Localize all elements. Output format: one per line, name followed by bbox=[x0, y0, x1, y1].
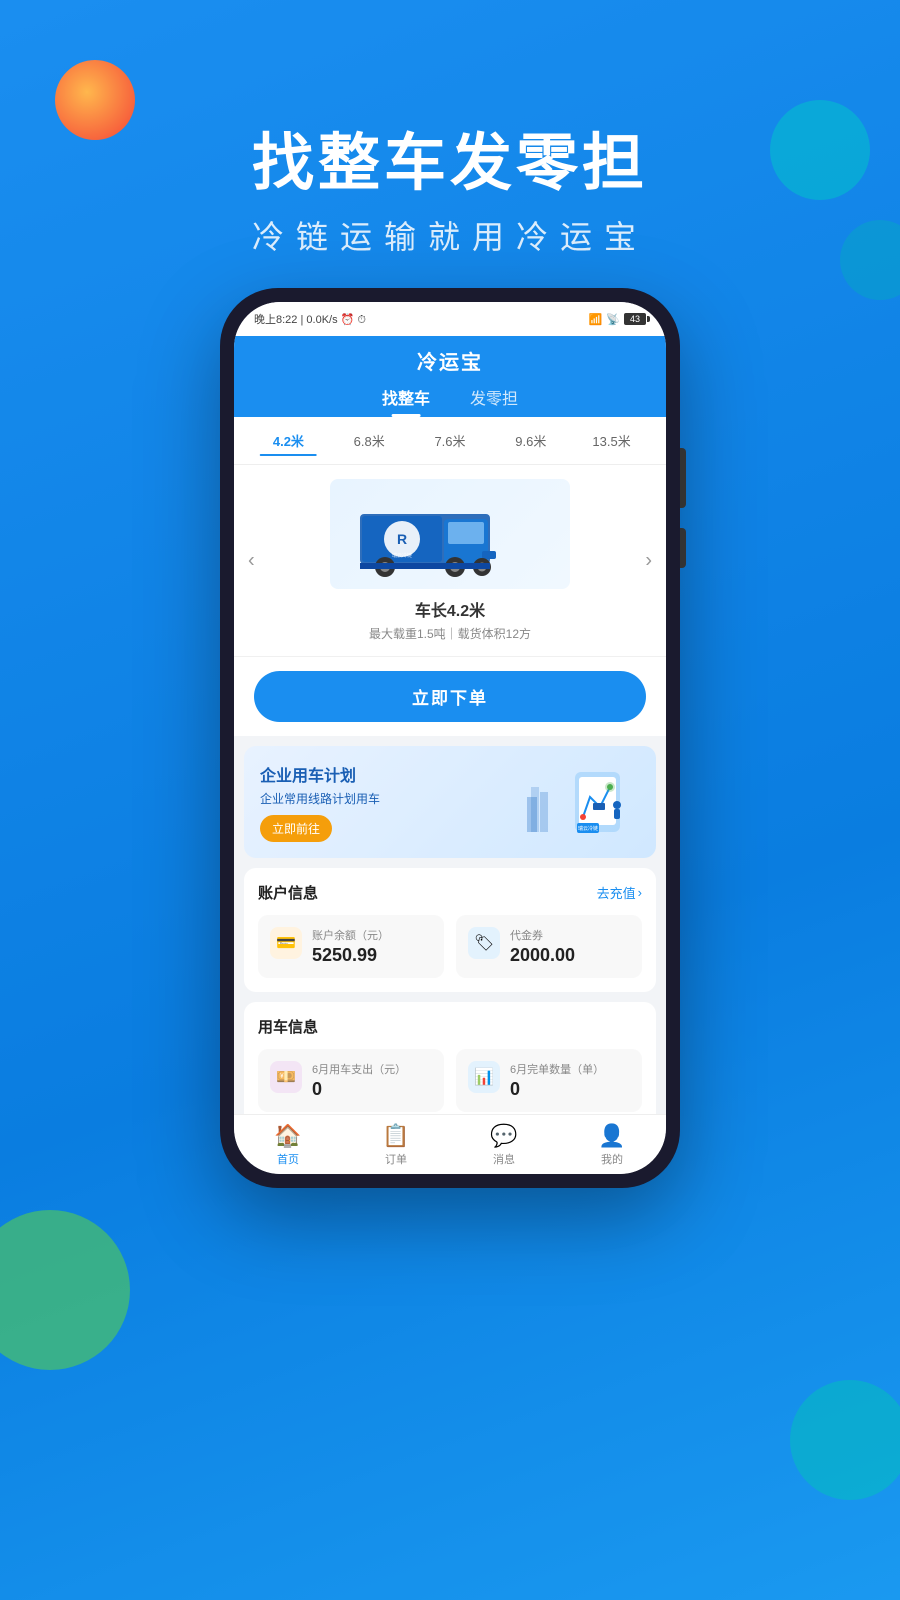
car-image: R 瑞云冷链 bbox=[330, 479, 570, 589]
nav-mine-label: 我的 bbox=[601, 1151, 623, 1167]
banner-title: 企业用车计划 bbox=[260, 762, 380, 786]
svg-text:R: R bbox=[397, 531, 407, 547]
voucher-icon: 🏷 bbox=[468, 927, 500, 959]
balance-label: 账户余额（元） bbox=[312, 927, 389, 943]
tab-ltl[interactable]: 发零担 bbox=[470, 385, 518, 417]
balance-value: 5250.99 bbox=[312, 945, 389, 966]
next-car-button[interactable]: › bbox=[637, 541, 660, 580]
monthly-orders-content: 6月完单数量（单） 0 bbox=[510, 1061, 604, 1100]
banner-svg: 瑞云冷链 bbox=[525, 767, 635, 837]
monthly-orders-value: 0 bbox=[510, 1079, 604, 1100]
balance-item: 💳 账户余额（元） 5250.99 bbox=[258, 915, 444, 978]
bg-decoration-green bbox=[0, 1210, 130, 1370]
monthly-cost-label: 6月用车支出（元） bbox=[312, 1061, 406, 1077]
nav-mine[interactable]: 👤 我的 bbox=[558, 1115, 666, 1174]
monthly-orders-label: 6月完单数量（单） bbox=[510, 1061, 604, 1077]
monthly-orders-item: 📊 6月完单数量（单） 0 bbox=[456, 1049, 642, 1112]
account-section-header: 账户信息 去充值 › bbox=[258, 882, 642, 903]
voucher-label: 代金券 bbox=[510, 927, 575, 943]
usage-section-header: 用车信息 bbox=[258, 1016, 642, 1037]
car-usage-card: 用车信息 💴 6月用车支出（元） 0 📊 bbox=[244, 1002, 656, 1115]
orders-icon: 📊 bbox=[468, 1061, 500, 1093]
app-header: 冷运宝 找整车 发零担 bbox=[234, 336, 666, 417]
account-info-row: 💳 账户余额（元） 5250.99 🏷 代金券 2000.00 bbox=[258, 915, 642, 978]
sub-title: 冷链运输就用冷运宝 bbox=[0, 212, 900, 258]
phone-outer-frame: 晚上8:22 | 0.0K/s ⏰ ⏱ 📶 📡 43 冷运宝 找整车 发零担 bbox=[220, 288, 680, 1188]
account-info-card: 账户信息 去充值 › 💳 账户余额（元） 5250.99 bbox=[244, 868, 656, 992]
content-area: 4.2米 6.8米 7.6米 9.6米 13.5米 ‹ bbox=[234, 417, 666, 1115]
monthly-cost-content: 6月用车支出（元） 0 bbox=[312, 1061, 406, 1100]
nav-messages[interactable]: 💬 消息 bbox=[450, 1115, 558, 1174]
size-tab-row: 4.2米 6.8米 7.6米 9.6米 13.5米 bbox=[234, 417, 666, 465]
usage-section-title: 用车信息 bbox=[258, 1016, 318, 1037]
battery-icon: 43 bbox=[624, 313, 646, 325]
tab-find-truck[interactable]: 找整车 bbox=[382, 385, 430, 417]
phone-screen: 晚上8:22 | 0.0K/s ⏰ ⏱ 📶 📡 43 冷运宝 找整车 发零担 bbox=[234, 302, 666, 1174]
usage-info-row: 💴 6月用车支出（元） 0 📊 6月完单数量（单） 0 bbox=[258, 1049, 642, 1112]
wifi-icon: 📡 bbox=[606, 313, 620, 326]
balance-icon: 💳 bbox=[270, 927, 302, 959]
car-showcase: ‹ R 瑞云冷链 bbox=[234, 465, 666, 656]
nav-home-label: 首页 bbox=[277, 1151, 299, 1167]
voucher-value: 2000.00 bbox=[510, 945, 575, 966]
cost-icon: 💴 bbox=[270, 1061, 302, 1093]
order-button-wrap: 立即下单 bbox=[234, 656, 666, 736]
home-icon: 🏠 bbox=[274, 1123, 301, 1149]
nav-orders[interactable]: 📋 订单 bbox=[342, 1115, 450, 1174]
car-desc: 最大载重1.5吨｜载货体积12方 bbox=[244, 625, 656, 642]
nav-orders-label: 订单 bbox=[385, 1151, 407, 1167]
user-icon: 👤 bbox=[598, 1123, 625, 1149]
size-tab-13.5m[interactable]: 13.5米 bbox=[571, 427, 652, 454]
banner-subtitle: 企业常用线路计划用车 bbox=[260, 790, 380, 807]
phone-mockup: 晚上8:22 | 0.0K/s ⏰ ⏱ 📶 📡 43 冷运宝 找整车 发零担 bbox=[220, 288, 680, 1188]
account-section-title: 账户信息 bbox=[258, 882, 318, 903]
main-tab-row: 找整车 发零担 bbox=[234, 385, 666, 417]
status-bar: 晚上8:22 | 0.0K/s ⏰ ⏱ 📶 📡 43 bbox=[234, 302, 666, 336]
svg-text:瑞云冷链: 瑞云冷链 bbox=[578, 825, 598, 832]
size-tab-9.6m[interactable]: 9.6米 bbox=[490, 427, 571, 454]
status-icons: 📶 📡 43 bbox=[589, 313, 646, 326]
nav-messages-label: 消息 bbox=[493, 1151, 515, 1167]
nav-home[interactable]: 🏠 首页 bbox=[234, 1115, 342, 1174]
svg-text:瑞云冷链: 瑞云冷链 bbox=[392, 552, 412, 559]
app-title: 冷运宝 bbox=[234, 346, 666, 385]
monthly-cost-value: 0 bbox=[312, 1079, 406, 1100]
banner-cta-button[interactable]: 立即前往 bbox=[260, 815, 332, 842]
size-tab-7.6m[interactable]: 7.6米 bbox=[410, 427, 491, 454]
main-title: 找整车发零担 bbox=[0, 130, 900, 198]
monthly-cost-item: 💴 6月用车支出（元） 0 bbox=[258, 1049, 444, 1112]
car-name: 车长4.2米 bbox=[244, 597, 656, 621]
status-time: 晚上8:22 | 0.0K/s ⏰ ⏱ bbox=[254, 311, 366, 327]
enterprise-banner: 企业用车计划 企业常用线路计划用车 立即前往 bbox=[244, 746, 656, 858]
size-tab-6.8m[interactable]: 6.8米 bbox=[329, 427, 410, 454]
messages-icon: 💬 bbox=[490, 1123, 517, 1149]
truck-illustration: R 瑞云冷链 bbox=[350, 489, 550, 579]
signal-icon: 📶 bbox=[589, 313, 603, 326]
chevron-right-icon: › bbox=[638, 885, 642, 900]
bg-decoration-teal3 bbox=[790, 1380, 900, 1500]
banner-illustration: 瑞云冷链 bbox=[520, 767, 640, 837]
bottom-navigation: 🏠 首页 📋 订单 💬 消息 👤 我的 bbox=[234, 1114, 666, 1174]
header-area: 找整车发零担 冷链运输就用冷运宝 bbox=[0, 0, 900, 258]
voucher-item: 🏷 代金券 2000.00 bbox=[456, 915, 642, 978]
balance-content: 账户余额（元） 5250.99 bbox=[312, 927, 389, 966]
banner-content: 企业用车计划 企业常用线路计划用车 立即前往 bbox=[260, 762, 380, 842]
orders-nav-icon: 📋 bbox=[382, 1123, 409, 1149]
recharge-link[interactable]: 去充值 › bbox=[597, 883, 642, 902]
prev-car-button[interactable]: ‹ bbox=[240, 541, 263, 580]
size-tab-4.2m[interactable]: 4.2米 bbox=[248, 427, 329, 454]
order-now-button[interactable]: 立即下单 bbox=[254, 671, 646, 722]
voucher-content: 代金券 2000.00 bbox=[510, 927, 575, 966]
